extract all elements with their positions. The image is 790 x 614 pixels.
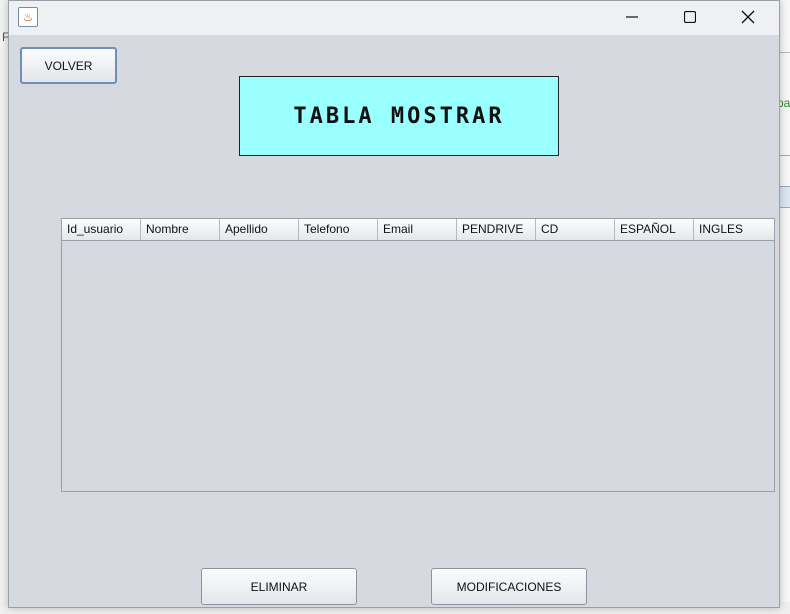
column-header-pendrive[interactable]: PENDRIVE [457,219,536,240]
column-header-cd[interactable]: CD [536,219,615,240]
column-header-ingles[interactable]: INGLES [694,219,774,240]
column-header-email[interactable]: Email [378,219,457,240]
java-app-icon[interactable]: ♨ [18,7,38,27]
column-header-telefono[interactable]: Telefono [299,219,378,240]
column-header-nombre[interactable]: Nombre [141,219,220,240]
page-title: TABLA MOSTRAR [239,76,559,156]
column-header-espanol[interactable]: ESPAÑOL [615,219,694,240]
title-bar[interactable]: ♨ [9,1,779,35]
eliminar-button[interactable]: ELIMINAR [201,568,357,605]
column-header-id-usuario[interactable]: Id_usuario [62,219,141,240]
volver-button[interactable]: VOLVER [20,47,117,84]
column-header-apellido[interactable]: Apellido [220,219,299,240]
maximize-icon [684,11,696,23]
modificaciones-button[interactable]: MODIFICACIONES [431,568,587,605]
minimize-icon [626,16,638,18]
users-table[interactable]: Id_usuario Nombre Apellido Telefono Emai… [61,218,775,492]
app-window: ♨ VOLVER TABLA MOSTRAR Id_usuario Nombre… [8,0,780,608]
maximize-button[interactable] [661,1,719,33]
table-header: Id_usuario Nombre Apellido Telefono Emai… [62,219,774,241]
close-icon [741,10,755,24]
close-button[interactable] [719,1,777,33]
minimize-button[interactable] [603,1,661,33]
